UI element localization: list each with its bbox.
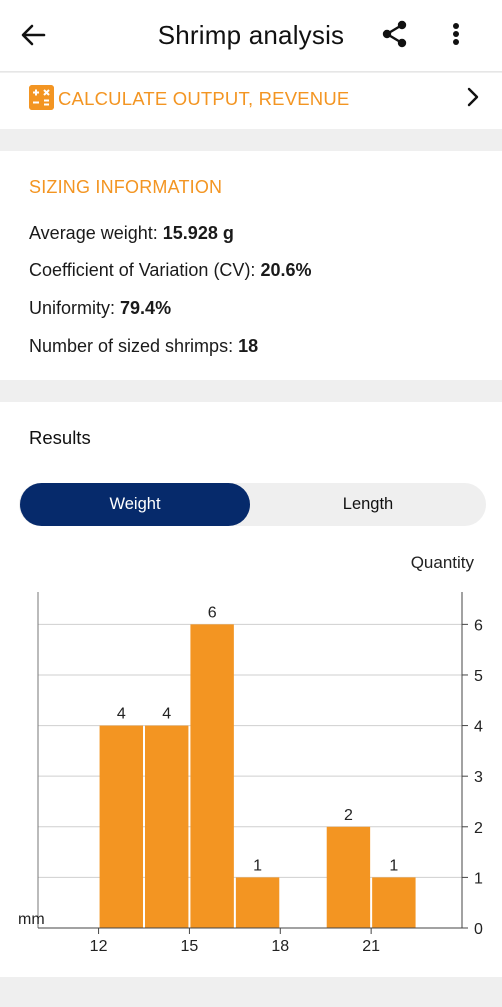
weight-histogram-chart: Quantity01234564 4612112 15 18 21mm — [18, 553, 483, 955]
y-tick-label: 3 — [474, 769, 483, 786]
histogram-bar — [145, 725, 189, 928]
sized-count-label: Number of sized shrimps: — [29, 336, 234, 356]
histogram-bar — [235, 877, 280, 928]
bar-value-label: 6 — [208, 604, 217, 621]
calculate-output-revenue-button[interactable]: CALCULATE OUTPUT, REVENUE — [0, 73, 502, 129]
average-weight-row: Average weight: 15.928 g — [29, 223, 234, 244]
histogram-bar — [372, 877, 416, 928]
app-bar: Shrimp analysis — [0, 0, 502, 72]
cv-row: Coefficient of Variation (CV): 20.6% — [29, 260, 312, 281]
uniformity-label: Uniformity: — [29, 298, 116, 318]
bar-value-label: 1 — [253, 857, 262, 874]
cv-label: Coefficient of Variation (CV): — [29, 260, 256, 280]
chevron-right-icon — [467, 87, 479, 107]
histogram-bar — [99, 725, 143, 928]
histogram-bar — [190, 624, 234, 928]
x-tick-label: 15 — [181, 938, 199, 955]
y-tick-label: 4 — [474, 719, 483, 736]
bar-value-label: 4 — [117, 706, 126, 723]
sized-count-value: 18 — [238, 336, 259, 356]
sizing-heading: SIZING INFORMATION — [29, 177, 223, 197]
x-tick-label: 18 — [271, 938, 289, 955]
y-tick-label: 2 — [474, 820, 483, 837]
x-tick-label: 21 — [362, 938, 380, 955]
tab-length[interactable]: Length — [252, 483, 484, 526]
bar-value-label: 4 — [162, 706, 171, 723]
calculate-label: CALCULATE OUTPUT, REVENUE — [58, 88, 350, 109]
y-tick-label: 6 — [474, 617, 483, 634]
y-axis-label: Quantity — [411, 553, 475, 572]
page-title: Shrimp analysis — [157, 20, 345, 50]
y-tick-label: 0 — [474, 921, 483, 938]
cv-value: 20.6% — [260, 260, 312, 280]
calculator-icon — [29, 85, 54, 110]
y-tick-label: 5 — [474, 668, 483, 685]
bar-value-label: 2 — [344, 807, 353, 824]
bar-value-label: 1 — [389, 857, 398, 874]
average-weight-label: Average weight: — [29, 223, 158, 243]
average-weight-value: 15.928 g — [162, 223, 234, 243]
uniformity-row: Uniformity: 79.4% — [29, 298, 171, 319]
y-tick-label: 1 — [474, 870, 483, 887]
more-vert-icon[interactable] — [444, 19, 468, 49]
sizing-information-card: SIZING INFORMATION Average weight: 15.92… — [0, 151, 502, 380]
tab-weight[interactable]: Weight — [20, 483, 250, 526]
results-heading: Results — [29, 427, 91, 448]
x-axis-label: mm — [18, 911, 45, 928]
x-tick-label: 12 — [90, 938, 108, 955]
uniformity-value: 79.4% — [120, 298, 172, 318]
weight-length-toggle: Weight Length — [19, 483, 486, 526]
sized-count-row: Number of sized shrimps: 18 — [29, 336, 258, 357]
histogram-bar — [326, 826, 371, 928]
share-icon[interactable] — [380, 19, 410, 49]
